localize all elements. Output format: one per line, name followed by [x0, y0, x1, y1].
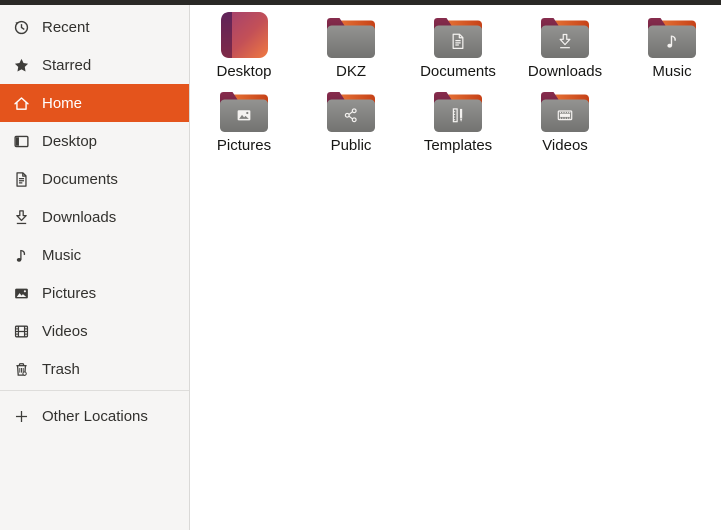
file-item-documents[interactable]: Documents: [408, 12, 508, 80]
sidebar-item-pictures[interactable]: Pictures: [0, 274, 189, 312]
file-view: Desktop DKZ Documents Downloads Music Pi…: [190, 5, 721, 530]
sidebar-item-label: Trash: [42, 360, 80, 378]
file-item-label: Documents: [420, 63, 496, 80]
file-item-templates[interactable]: Templates: [408, 86, 508, 154]
sidebar-item-documents[interactable]: Documents: [0, 160, 189, 198]
sidebar-item-label: Other Locations: [42, 407, 148, 425]
places-sidebar: Recent Starred Home Desktop Documents Do…: [0, 5, 190, 530]
file-item-pictures[interactable]: Pictures: [194, 86, 294, 154]
sidebar-item-starred[interactable]: Starred: [0, 46, 189, 84]
file-item-label: Desktop: [216, 63, 272, 80]
file-item-videos[interactable]: Videos: [515, 86, 615, 154]
sidebar-item-label: Documents: [42, 170, 118, 188]
file-item-desktop[interactable]: Desktop: [194, 12, 294, 80]
public-folder-icon: [327, 86, 375, 132]
sidebar-item-label: Starred: [42, 56, 92, 74]
sidebar-item-other-locations[interactable]: Other Locations: [0, 397, 189, 435]
file-item-label: Templates: [423, 137, 493, 154]
file-item-label: Downloads: [527, 63, 603, 80]
file-item-label: Public: [330, 137, 372, 154]
pictures-icon: [13, 285, 30, 302]
sidebar-item-label: Videos: [42, 322, 88, 340]
file-item-dkz[interactable]: DKZ: [301, 12, 401, 80]
music-icon: [13, 247, 30, 264]
sidebar-item-videos[interactable]: Videos: [0, 312, 189, 350]
file-item-label: Videos: [542, 137, 588, 154]
sidebar-item-home[interactable]: Home: [0, 84, 189, 122]
sidebar-item-desktop[interactable]: Desktop: [0, 122, 189, 160]
sidebar-item-label: Desktop: [42, 132, 98, 150]
trash-icon: [13, 361, 30, 378]
desktop-icon: [13, 133, 30, 150]
sidebar-item-recent[interactable]: Recent: [0, 8, 189, 46]
downloads-folder-icon: [541, 12, 589, 58]
templates-folder-icon: [434, 86, 482, 132]
sidebar-separator: [0, 390, 189, 391]
sidebar-item-trash[interactable]: Trash: [0, 350, 189, 388]
file-item-downloads[interactable]: Downloads: [515, 12, 615, 80]
recent-icon: [13, 19, 30, 36]
file-item-label: DKZ: [336, 63, 366, 80]
file-item-label: Pictures: [216, 137, 272, 154]
files-window: Recent Starred Home Desktop Documents Do…: [0, 0, 721, 530]
file-item-public[interactable]: Public: [301, 86, 401, 154]
plus-icon: [13, 408, 30, 425]
sidebar-item-music[interactable]: Music: [0, 236, 189, 274]
videos-icon: [13, 323, 30, 340]
sidebar-item-label: Home: [42, 94, 83, 112]
documents-folder-icon: [434, 12, 482, 58]
home-icon: [13, 95, 30, 112]
sidebar-item-downloads[interactable]: Downloads: [0, 198, 189, 236]
music-folder-icon: [648, 12, 696, 58]
desktop-gradient-icon: [220, 12, 268, 58]
downloads-icon: [13, 209, 30, 226]
sidebar-item-label: Pictures: [42, 284, 97, 302]
videos-folder-icon: [541, 86, 589, 132]
sidebar-item-label: Downloads: [42, 208, 117, 226]
file-item-music[interactable]: Music: [622, 12, 721, 80]
sidebar-item-label: Recent: [42, 18, 90, 36]
starred-icon: [13, 57, 30, 74]
pictures-folder-icon: [220, 86, 268, 132]
documents-icon: [13, 171, 30, 188]
sidebar-item-label: Music: [42, 246, 82, 264]
file-item-label: Music: [652, 63, 692, 80]
icon-grid: Desktop DKZ Documents Downloads Music Pi…: [194, 12, 721, 154]
plain-folder-icon: [327, 12, 375, 58]
